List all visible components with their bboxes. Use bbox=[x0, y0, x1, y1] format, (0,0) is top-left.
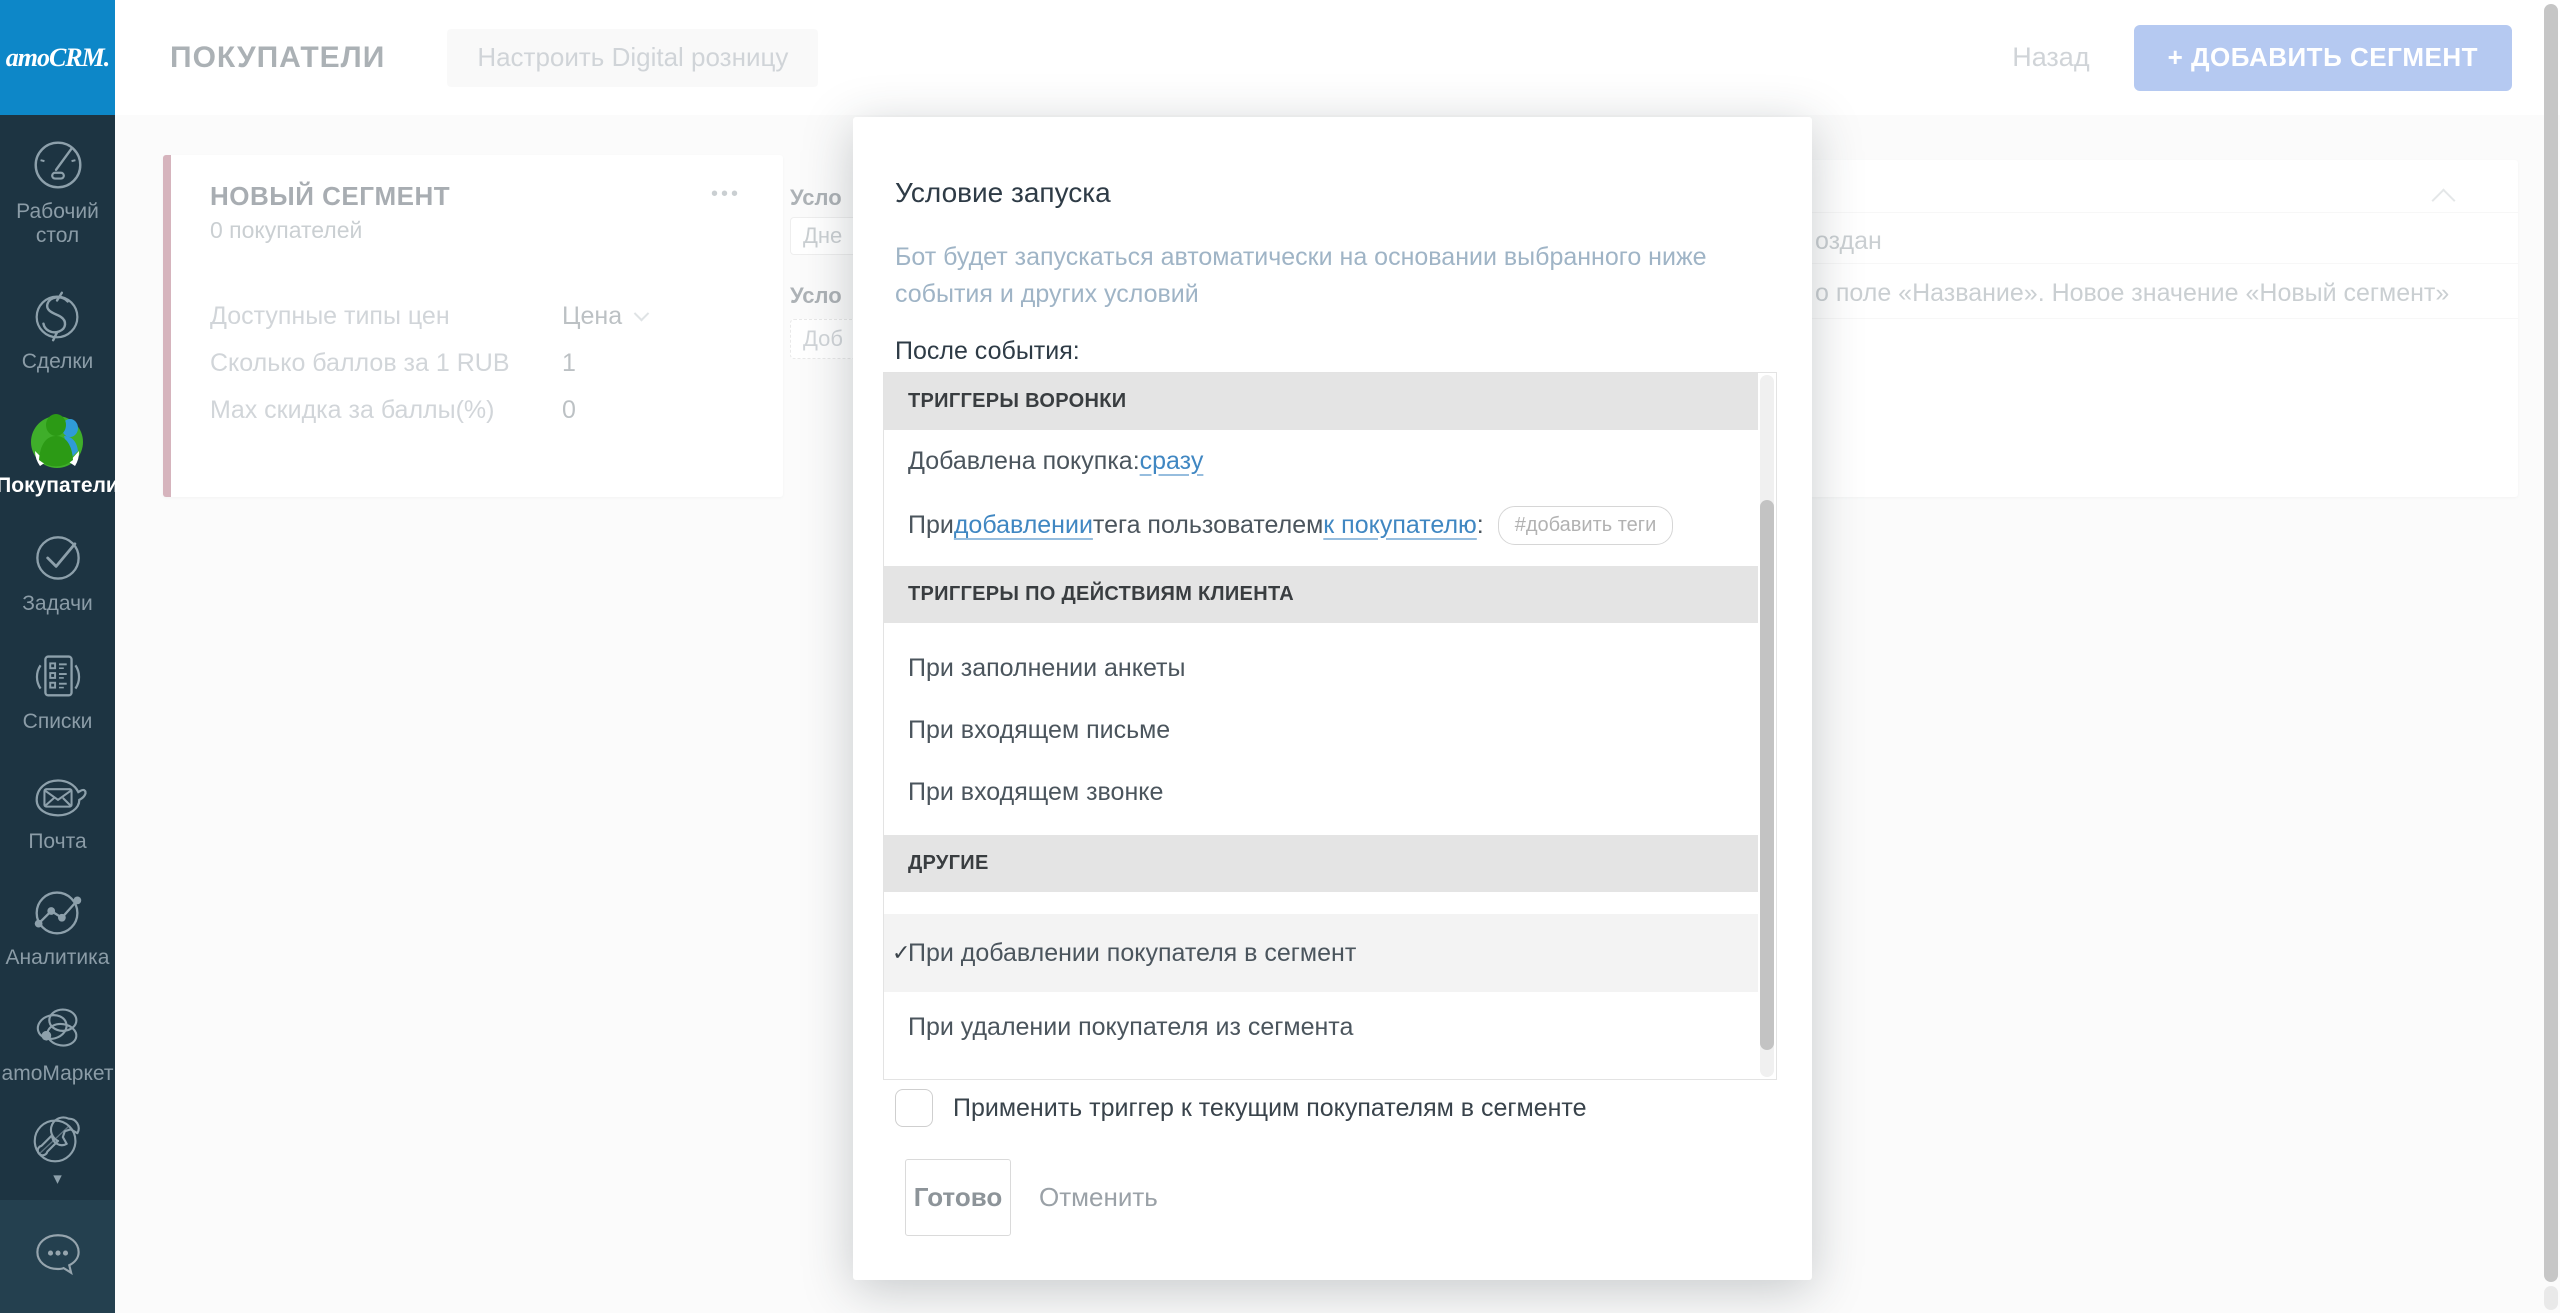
trigger-list-items: ТРИГГЕРЫ ВОРОНКИДобавлена покупка: сразу… bbox=[884, 373, 1758, 1079]
done-button[interactable]: Готово bbox=[905, 1159, 1011, 1236]
amocrm-logo[interactable]: amoCRM. bbox=[0, 0, 115, 115]
sidebar-item-market[interactable]: amoМаркет bbox=[0, 996, 115, 1086]
list-scrollbar-thumb[interactable] bbox=[1760, 500, 1774, 1050]
sidebar-item-dashboard[interactable]: Рабочий стол bbox=[0, 134, 115, 248]
apply-trigger-row: Применить триггер к текущим покупателям … bbox=[895, 1089, 1587, 1127]
sidebar-item-analytics[interactable]: Аналитика bbox=[0, 880, 115, 970]
sidebar-item-label: Сделки bbox=[22, 350, 94, 374]
trigger-section-header: ТРИГГЕРЫ ПО ДЕЙСТВИЯМ КЛИЕНТА bbox=[884, 566, 1758, 623]
sidebar-item-label: amoМаркет bbox=[2, 1062, 114, 1086]
sidebar-item-label: Рабочий стол bbox=[0, 200, 115, 248]
trigger-text: При bbox=[908, 511, 954, 540]
checkbox-label: Применить триггер к текущим покупателям … bbox=[953, 1094, 1587, 1123]
trigger-text: тега пользователем bbox=[1093, 511, 1323, 540]
modal-title: Условие запуска bbox=[895, 177, 1111, 209]
trigger-option[interactable]: ✓При добавлении покупателя в сегмент bbox=[884, 914, 1758, 992]
page-scrollbar-thumb[interactable] bbox=[2544, 4, 2558, 1282]
trigger-link[interactable]: добавлении bbox=[954, 511, 1093, 540]
modal-description: Бот будет запускаться автоматически на о… bbox=[895, 239, 1715, 313]
trigger-text: При заполнении анкеты bbox=[908, 654, 1185, 683]
check-icon: ✓ bbox=[892, 940, 910, 966]
after-event-label: После события: bbox=[895, 337, 1080, 366]
sidebar-item-settings[interactable]: ▾ bbox=[0, 1108, 115, 1184]
trigger-section-header: ДРУГИЕ bbox=[884, 835, 1758, 892]
customers-icon bbox=[26, 408, 90, 470]
trigger-text: При входящем письме bbox=[908, 716, 1170, 745]
analytics-icon bbox=[27, 880, 89, 942]
trigger-option[interactable]: При добавлении тега пользователем к поку… bbox=[884, 492, 1758, 558]
sidebar-item-mail[interactable]: Почта bbox=[0, 764, 115, 854]
sidebar-item-deals[interactable]: Сделки bbox=[0, 284, 115, 374]
trigger-text: : bbox=[1477, 511, 1484, 540]
sidebar-item-label: Задачи bbox=[22, 592, 93, 616]
page-scrollbar-track bbox=[2544, 1286, 2558, 1310]
trigger-section-header: ТРИГГЕРЫ ВОРОНКИ bbox=[884, 373, 1758, 430]
trigger-option[interactable]: При входящем звонке bbox=[884, 761, 1758, 823]
sidebar-item-label: Аналитика bbox=[6, 946, 110, 970]
dashboard-icon bbox=[27, 134, 89, 196]
sidebar-item-label: Списки bbox=[23, 710, 93, 734]
wrench-icon bbox=[27, 1108, 89, 1170]
sidebar-item-customers[interactable]: Покупатели bbox=[0, 408, 115, 498]
trigger-text: Добавлена покупка: bbox=[908, 447, 1140, 476]
sidebar-item-label: Покупатели bbox=[0, 474, 119, 498]
list-scrollbar[interactable] bbox=[1760, 375, 1774, 1077]
cancel-button[interactable]: Отменить bbox=[1039, 1159, 1158, 1236]
trigger-text: При входящем звонке bbox=[908, 778, 1163, 807]
sidebar-item-lists[interactable]: Списки bbox=[0, 644, 115, 734]
trigger-option[interactable]: При заполнении анкеты bbox=[884, 637, 1758, 699]
trigger-option[interactable]: При входящем письме bbox=[884, 699, 1758, 761]
trigger-option[interactable]: Добавлена покупка: сразу bbox=[884, 430, 1758, 492]
mail-icon bbox=[27, 764, 89, 826]
trigger-option[interactable]: При удалении покупателя из сегмента bbox=[884, 992, 1758, 1062]
trigger-link[interactable]: к покупателю bbox=[1323, 511, 1477, 540]
trigger-link[interactable]: сразу bbox=[1140, 447, 1204, 476]
add-tags-input[interactable]: #добавить теги bbox=[1498, 506, 1674, 545]
trigger-text: При удалении покупателя из сегмента bbox=[908, 1013, 1353, 1042]
support-chat-button[interactable] bbox=[0, 1200, 115, 1313]
tasks-icon bbox=[28, 526, 88, 588]
sidebar-item-tasks[interactable]: Задачи bbox=[0, 526, 115, 616]
sidebar: amoCRM. Рабочий стол Сделки Покупатели Зада… bbox=[0, 0, 115, 1313]
apply-to-current-checkbox[interactable] bbox=[895, 1089, 933, 1127]
deals-icon bbox=[27, 284, 89, 346]
market-icon bbox=[27, 996, 89, 1058]
chevron-down-icon: ▾ bbox=[53, 1174, 62, 1184]
chat-icon bbox=[28, 1224, 88, 1289]
trigger-text: При добавлении покупателя в сегмент bbox=[908, 939, 1356, 968]
lists-icon bbox=[27, 644, 89, 706]
trigger-list: ТРИГГЕРЫ ВОРОНКИДобавлена покупка: сразу… bbox=[883, 372, 1777, 1080]
sidebar-item-label: Почта bbox=[28, 830, 86, 854]
launch-condition-modal: Условие запуска Бот будет запускаться ав… bbox=[853, 117, 1812, 1280]
